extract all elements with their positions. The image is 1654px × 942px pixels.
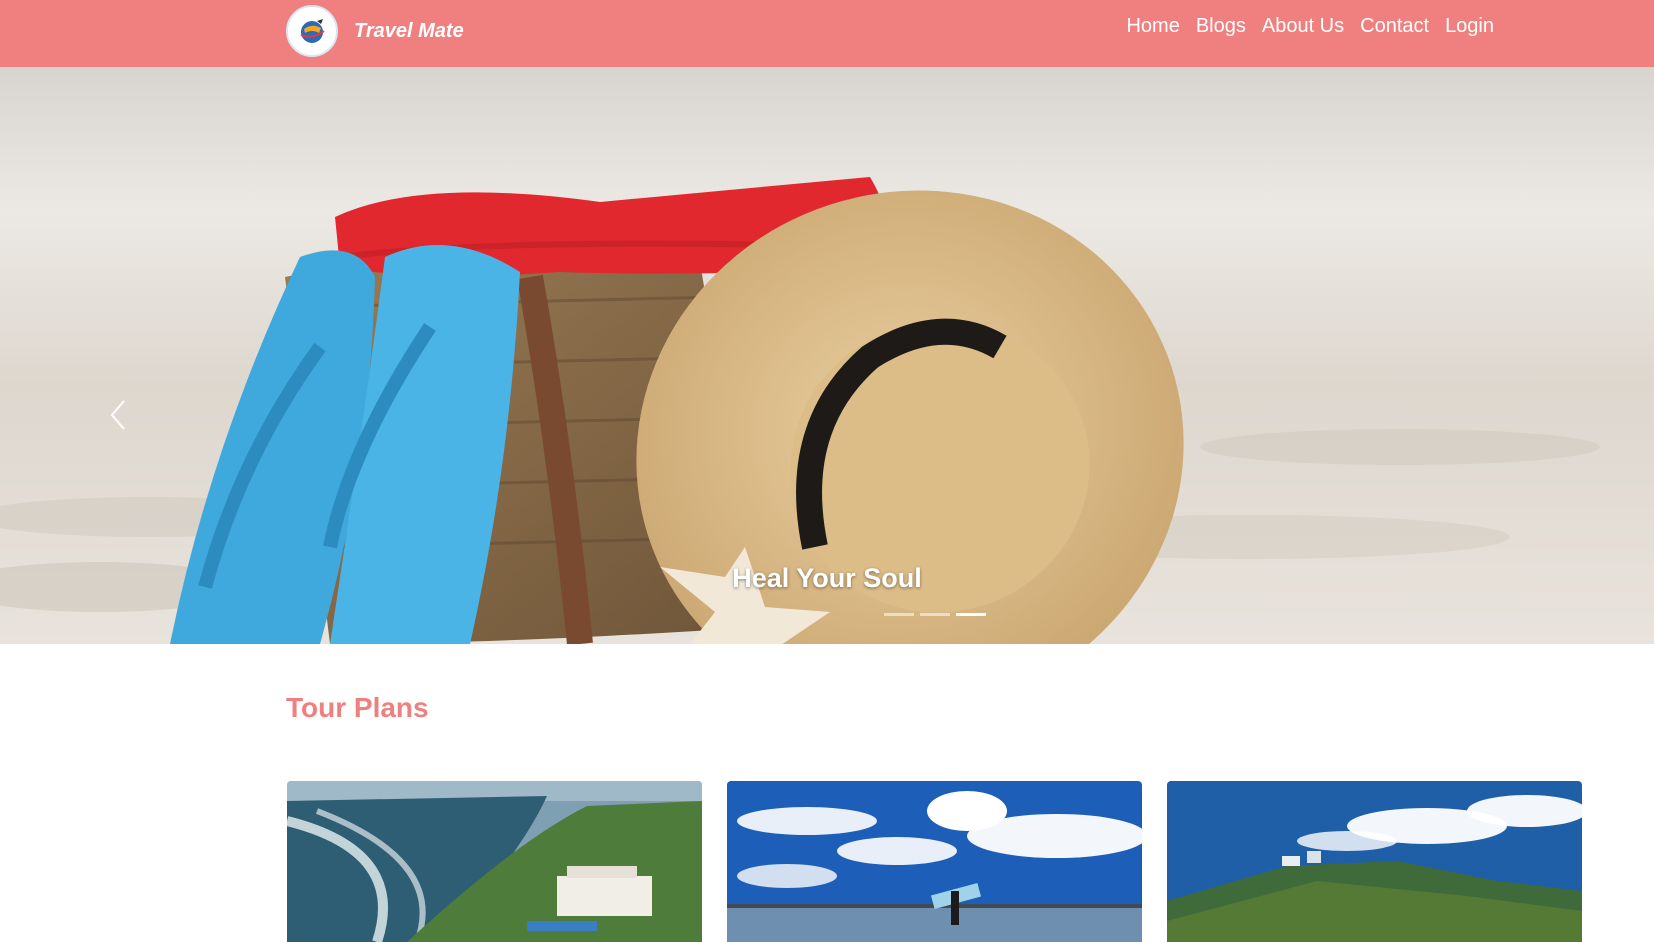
brand[interactable]: Travel Mate [286, 4, 464, 58]
globe-plane-icon[interactable] [286, 5, 338, 57]
brand-name[interactable]: Travel Mate [354, 20, 464, 43]
carousel-indicator-1[interactable] [884, 613, 914, 616]
carousel-indicators [884, 613, 986, 616]
carousel-indicator-2[interactable] [920, 613, 950, 616]
hero-carousel [0, 67, 1654, 644]
section-title: Tour Plans [286, 692, 429, 723]
carousel-prev-button[interactable] [108, 397, 148, 447]
carousel-indicator-3[interactable] [956, 613, 986, 616]
chevron-left-icon [110, 400, 125, 430]
top-navbar: Travel Mate Home Blogs About Us Contact … [0, 0, 1654, 67]
nav-blogs-link[interactable]: Blogs [1196, 15, 1246, 38]
nav-contact-link[interactable]: Contact [1360, 15, 1429, 38]
tour-card-green-hill[interactable] [1167, 781, 1582, 942]
nav-home-link[interactable]: Home [1126, 15, 1179, 38]
tour-card-coastal-resort[interactable] [287, 781, 702, 942]
tour-card-image [1167, 781, 1582, 942]
main-nav: Home Blogs About Us Contact Login [1126, 15, 1494, 38]
hero-caption: Heal Your Soul [732, 563, 922, 593]
tour-card-image [287, 781, 702, 942]
tour-card-image [727, 781, 1142, 942]
hero-slide-image [0, 67, 1654, 644]
tour-card-surfer-beach[interactable] [727, 781, 1142, 942]
nav-login-link[interactable]: Login [1445, 15, 1494, 38]
nav-about-us-link[interactable]: About Us [1262, 15, 1344, 38]
